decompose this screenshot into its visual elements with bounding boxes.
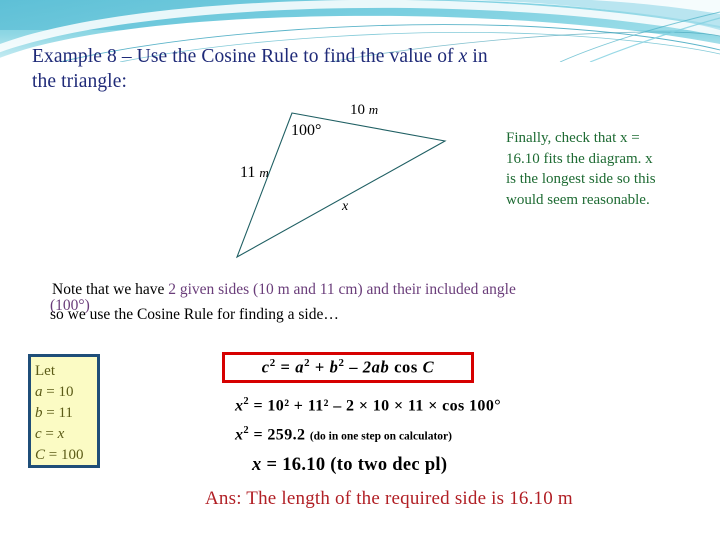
cosine-rule-formula: c2 = a2 + b2 – 2ab cos C — [261, 357, 435, 377]
answer-line: Ans: The length of the required side is … — [205, 488, 573, 509]
title-text-2: – Use the Cosine Rule to find the value … — [121, 46, 459, 67]
triangle-diagram: 10 m 100° 11 m x — [220, 100, 470, 270]
label-side-10m: 10 m — [350, 102, 379, 118]
working-line-1: x2 = 10² + 11² – 2 × 10 × 11 × cos 100° — [235, 396, 502, 415]
slide-title: Example 8 – Use the Cosine Rule to find … — [32, 44, 502, 94]
note-line-2: so we use the Cosine Rule for finding a … — [50, 306, 339, 323]
slide-canvas: Example 8 – Use the Cosine Rule to find … — [0, 0, 720, 540]
label-side-x: x — [342, 199, 349, 214]
let-heading: Let — [35, 363, 55, 379]
let-row-C: C = 100 — [35, 447, 84, 463]
title-text-1: Example 8 — [32, 46, 122, 67]
note-line-1-black: Note that we have — [52, 281, 169, 298]
note-line-1: Note that we have 2 given sides (10 m an… — [52, 281, 516, 299]
let-row-b: b = 11 — [35, 405, 73, 421]
label-side-11m: 11 m — [240, 164, 269, 181]
triangle-outline — [235, 112, 447, 259]
let-box: Let a = 10 b = 11 c = x C = 100 — [28, 354, 100, 468]
working-line-3: x = 16.10 (to two dec pl) — [252, 455, 448, 475]
let-row-c: c = x — [35, 426, 65, 442]
label-angle-100: 100° — [291, 122, 322, 139]
calculator-note: (do in one step on calculator) — [309, 430, 452, 443]
title-colon: : — [121, 71, 127, 92]
let-row-a: a = 10 — [35, 384, 74, 400]
working-line-2: x2 = 259.2 (do in one step on calculator… — [235, 425, 452, 444]
check-note: Finally, check that x = 16.10 fits the d… — [506, 130, 656, 208]
note-line-1-purple: 2 given sides (10 m and 11 cm) and their… — [168, 281, 516, 298]
cosine-rule-formula-box: c2 = a2 + b2 – 2ab cos C — [222, 352, 474, 383]
